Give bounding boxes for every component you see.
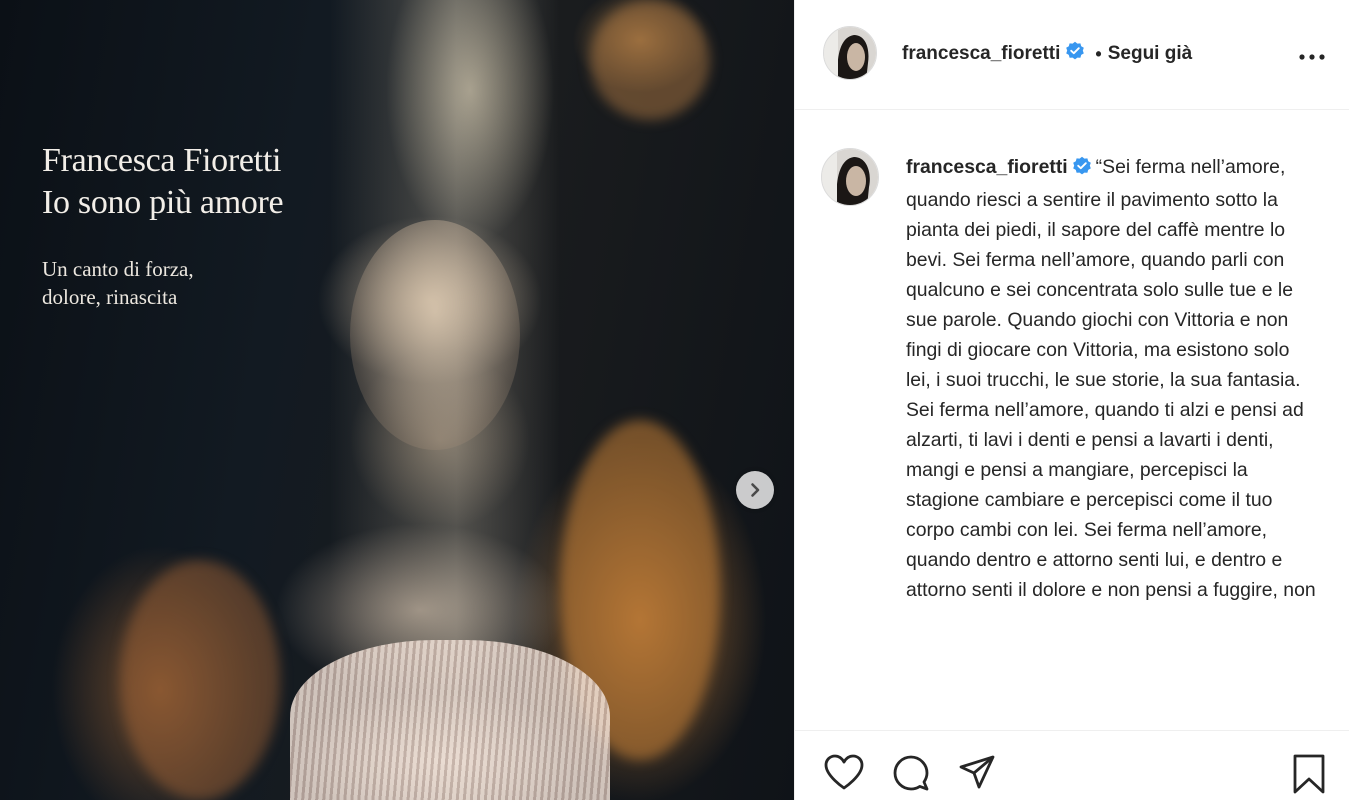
next-slide-button[interactable] (736, 471, 774, 509)
save-button[interactable] (1291, 753, 1327, 800)
more-options-button[interactable] (1299, 48, 1325, 66)
verified-badge-icon (1065, 41, 1085, 67)
pleated-dress (290, 640, 610, 800)
post-side-panel: francesca_fioretti • Segui già francesca… (794, 0, 1349, 800)
header-username[interactable]: francesca_fioretti (902, 43, 1060, 65)
following-button[interactable]: Segui già (1108, 43, 1192, 65)
comment-button[interactable] (891, 753, 931, 798)
avatar[interactable] (823, 26, 877, 80)
post-caption: francesca_fioretti “Sei ferma nell’amore,… (906, 152, 1316, 605)
share-button[interactable] (957, 753, 997, 798)
post-image[interactable]: Francesca Fioretti Io sono più amore Un … (0, 0, 794, 800)
hair-left (120, 560, 280, 800)
bookmark-icon (1293, 754, 1325, 794)
like-button[interactable] (823, 753, 865, 796)
header-user-row: francesca_fioretti • Segui già (902, 41, 1192, 67)
book-author: Francesca Fioretti (42, 142, 282, 179)
caption-text: “Sei ferma nell’amore, quando riesci a s… (906, 156, 1316, 601)
book-subtitle: Un canto di forza, dolore, rinascita (42, 255, 194, 311)
book-title: Francesca Fioretti Io sono più amore (42, 140, 284, 224)
chevron-right-icon (751, 483, 760, 497)
verified-badge-icon (1072, 155, 1092, 185)
hair-top (590, 0, 710, 120)
post-header: francesca_fioretti • Segui già (795, 0, 1349, 110)
separator-dot: • (1095, 43, 1102, 64)
action-bar (795, 730, 1349, 800)
heart-icon (824, 754, 864, 790)
book-subtitle-line: dolore, rinascita (42, 285, 178, 309)
comment-icon (893, 755, 929, 791)
book-name: Io sono più amore (42, 184, 284, 221)
paper-plane-icon (959, 755, 995, 789)
more-horizontal-icon (1299, 54, 1325, 60)
caption-username[interactable]: francesca_fioretti (906, 156, 1068, 178)
book-subtitle-line: Un canto di forza, (42, 257, 194, 281)
woman-face (350, 220, 520, 450)
avatar[interactable] (821, 148, 879, 206)
